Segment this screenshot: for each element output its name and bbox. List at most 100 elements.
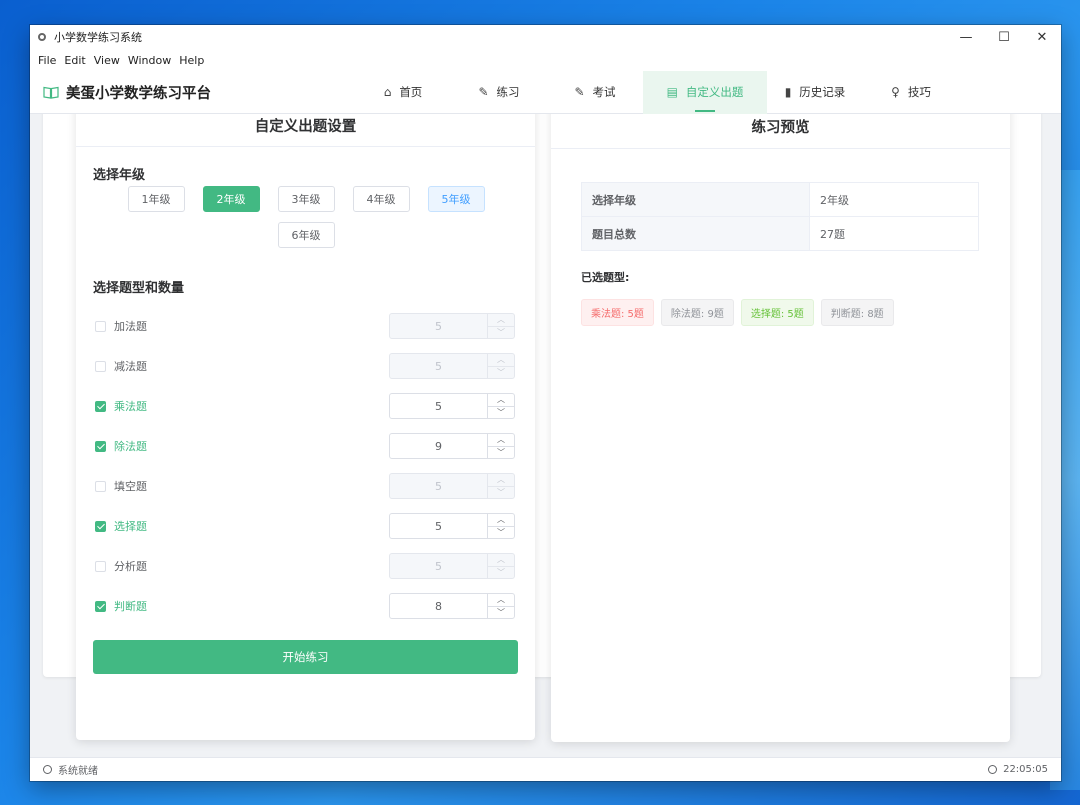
quantity-stepper[interactable]: 5 ︿ ﹀ <box>389 473 515 499</box>
menu-edit[interactable]: Edit <box>60 54 89 67</box>
nav-custom[interactable]: ▤ 自定义出题 <box>643 70 767 114</box>
type-tag: 乘法题: 5题 <box>581 299 654 326</box>
chevron-up-icon[interactable]: ︿ <box>488 434 514 447</box>
question-row-choice: 选择题 5 ︿ ﹀ <box>95 512 515 540</box>
quantity-stepper[interactable]: 8 ︿ ﹀ <box>389 593 515 619</box>
status-text: 系统就绪 <box>58 766 98 777</box>
chevron-up-icon[interactable]: ︿ <box>488 314 514 327</box>
chevron-down-icon[interactable]: ﹀ <box>488 327 514 339</box>
chevron-up-icon[interactable]: ︿ <box>488 474 514 487</box>
menu-help[interactable]: Help <box>175 54 208 67</box>
chevron-down-icon[interactable]: ﹀ <box>488 407 514 419</box>
main-nav: ⌂ 首页 ✎ 练习 ✎ 考试 ▤ 自定义出题 ▮ 历史记录 ♀ 技巧 <box>355 70 959 114</box>
question-row-true-false: 判断题 8 ︿ ﹀ <box>95 592 515 620</box>
quantity-stepper[interactable]: 5 ︿ ﹀ <box>389 553 515 579</box>
quantity-stepper[interactable]: 5 ︿ ﹀ <box>389 313 515 339</box>
preview-key: 题目总数 <box>581 216 810 251</box>
menu-file[interactable]: File <box>34 54 60 67</box>
stepper-value[interactable]: 9 <box>390 434 487 458</box>
brand[interactable]: 美蛋小学数学练习平台 <box>30 82 355 103</box>
chevron-down-icon[interactable]: ﹀ <box>488 567 514 579</box>
app-window: 小学数学练习系统 — ☐ ✕ File Edit View Window Hel… <box>30 25 1061 781</box>
grade-option-4[interactable]: 4年级 <box>352 186 410 212</box>
chevron-up-icon[interactable]: ︿ <box>488 594 514 607</box>
stepper-value[interactable]: 8 <box>390 594 487 618</box>
nav-history[interactable]: ▮ 历史记录 <box>767 71 863 114</box>
chevron-down-icon[interactable]: ﹀ <box>488 447 514 459</box>
table-row: 选择年级 2年级 <box>581 182 979 217</box>
quantity-stepper[interactable]: 5 ︿ ﹀ <box>389 353 515 379</box>
main-content: 自定义出题设置 选择年级 1年级 2年级 3年级 4年级 5年级 6年级 选择题… <box>30 114 1061 757</box>
book-icon <box>43 86 59 99</box>
nav-label: 首页 <box>399 85 423 99</box>
edit-icon: ✎ <box>574 85 585 99</box>
window-title: 小学数学练习系统 <box>54 31 142 44</box>
grade-option-3[interactable]: 3年级 <box>277 186 335 212</box>
chevron-up-icon[interactable]: ︿ <box>488 514 514 527</box>
check-circle-icon <box>43 765 52 774</box>
question-label[interactable]: 选择题 <box>114 518 147 534</box>
grade-option-2[interactable]: 2年级 <box>202 186 260 212</box>
preview-key: 选择年级 <box>581 182 810 217</box>
chevron-up-icon[interactable]: ︿ <box>488 554 514 567</box>
menu-bar: File Edit View Window Help <box>30 49 1061 71</box>
chevron-up-icon[interactable]: ︿ <box>488 354 514 367</box>
stepper-value[interactable]: 5 <box>390 554 487 578</box>
stepper-value[interactable]: 5 <box>390 354 487 378</box>
nav-label: 历史记录 <box>799 85 846 99</box>
quantity-stepper[interactable]: 5 ︿ ﹀ <box>389 393 515 419</box>
question-label[interactable]: 判断题 <box>114 598 147 614</box>
question-row-division: 除法题 9 ︿ ﹀ <box>95 432 515 460</box>
question-label[interactable]: 减法题 <box>114 358 147 374</box>
nav-practice[interactable]: ✎ 练习 <box>451 71 547 114</box>
type-tag: 判断题: 8题 <box>820 299 894 326</box>
stepper-value[interactable]: 5 <box>390 394 487 418</box>
question-label[interactable]: 乘法题 <box>114 398 147 414</box>
stepper-value[interactable]: 5 <box>390 314 487 338</box>
checkbox-subtraction[interactable] <box>95 360 106 372</box>
nav-label: 考试 <box>592 85 616 99</box>
grade-option-1[interactable]: 1年级 <box>127 186 185 212</box>
checkbox-multiplication[interactable] <box>95 400 106 412</box>
checkbox-fill-blank[interactable] <box>95 480 106 492</box>
chevron-down-icon[interactable]: ﹀ <box>488 527 514 539</box>
quantity-stepper[interactable]: 9 ︿ ﹀ <box>389 433 515 459</box>
chevron-down-icon[interactable]: ﹀ <box>488 607 514 619</box>
stepper-value[interactable]: 5 <box>390 474 487 498</box>
checkbox-addition[interactable] <box>95 320 106 332</box>
selected-types-label: 已选题型: <box>581 271 630 284</box>
start-practice-button[interactable]: 开始练习 <box>93 640 518 674</box>
question-label[interactable]: 分析题 <box>114 558 147 574</box>
grade-option-5[interactable]: 5年级 <box>427 186 485 212</box>
preview-value: 27题 <box>809 216 979 251</box>
question-label[interactable]: 填空题 <box>114 478 147 494</box>
question-label[interactable]: 除法题 <box>114 438 147 454</box>
nav-tips[interactable]: ♀ 技巧 <box>863 71 959 114</box>
stepper-value[interactable]: 5 <box>390 514 487 538</box>
menu-view[interactable]: View <box>90 54 124 67</box>
minimize-button[interactable]: — <box>947 25 985 49</box>
checkbox-division[interactable] <box>95 440 106 452</box>
chevron-down-icon[interactable]: ﹀ <box>488 367 514 379</box>
maximize-button[interactable]: ☐ <box>985 25 1023 49</box>
question-label[interactable]: 加法题 <box>114 318 147 334</box>
grade-option-6[interactable]: 6年级 <box>277 222 335 248</box>
preview-value: 2年级 <box>809 182 979 217</box>
close-button[interactable]: ✕ <box>1023 25 1061 49</box>
type-tag: 除法题: 9题 <box>660 299 734 326</box>
quantity-stepper[interactable]: 5 ︿ ﹀ <box>389 513 515 539</box>
bar-chart-icon: ▮ <box>784 85 792 99</box>
nav-exam[interactable]: ✎ 考试 <box>547 71 643 114</box>
checkbox-choice[interactable] <box>95 520 106 532</box>
chevron-up-icon[interactable]: ︿ <box>488 394 514 407</box>
checkbox-analysis[interactable] <box>95 560 106 572</box>
chevron-down-icon[interactable]: ﹀ <box>488 487 514 499</box>
checkbox-true-false[interactable] <box>95 600 106 612</box>
menu-window[interactable]: Window <box>124 54 175 67</box>
nav-label: 技巧 <box>907 85 931 99</box>
app-header: 美蛋小学数学练习平台 ⌂ 首页 ✎ 练习 ✎ 考试 ▤ 自定义出题 ▮ 历史记录 ♀ 技巧 <box>30 70 1061 114</box>
title-bar: 小学数学练习系统 — ☐ ✕ <box>30 25 1061 49</box>
nav-home[interactable]: ⌂ 首页 <box>355 71 451 114</box>
preview-title: 练习预览 <box>551 114 1010 149</box>
status-bar: 系统就绪 22:05:05 <box>30 757 1061 781</box>
